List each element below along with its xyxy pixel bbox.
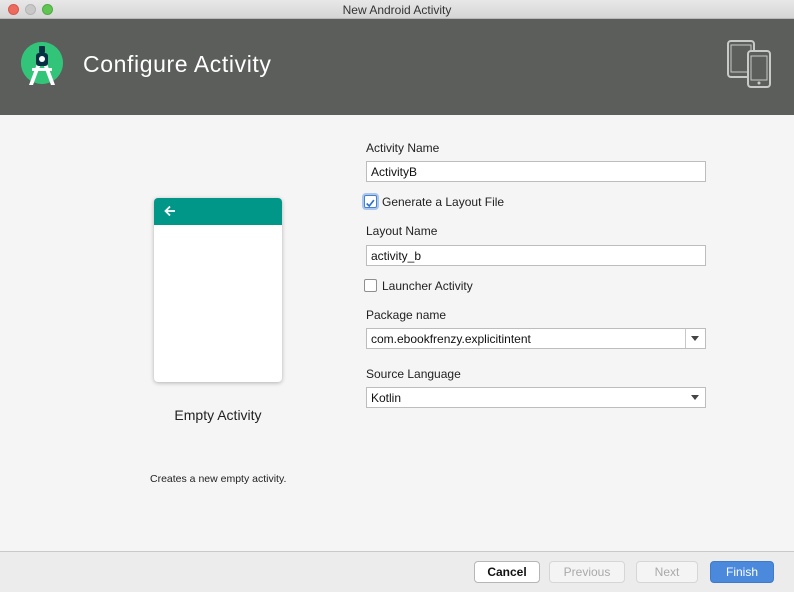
finish-button[interactable]: Finish <box>710 561 774 583</box>
layout-name-input[interactable]: activity_b <box>366 245 706 266</box>
wizard-header: Configure Activity <box>0 19 794 115</box>
footer-divider <box>0 551 794 552</box>
checkmark-icon <box>366 199 375 208</box>
package-name-label: Package name <box>366 308 447 322</box>
activity-name-input[interactable]: ActivityB <box>366 161 706 182</box>
template-description: Creates a new empty activity. <box>150 473 287 485</box>
next-button[interactable]: Next <box>636 561 698 583</box>
page-title: Configure Activity <box>83 51 272 77</box>
chevron-down-icon <box>691 395 699 400</box>
source-language-select[interactable]: Kotlin <box>366 387 706 408</box>
chevron-down-icon <box>691 336 699 341</box>
preview-app-bar <box>154 198 282 225</box>
phone-tablet-icon <box>727 40 771 88</box>
previous-button[interactable]: Previous <box>549 561 625 583</box>
generate-layout-label: Generate a Layout File <box>382 195 505 209</box>
package-name-combobox[interactable]: com.ebookfrenzy.explicitintent <box>366 328 706 349</box>
activity-name-label: Activity Name <box>366 141 440 155</box>
back-arrow-icon <box>164 205 175 217</box>
title-bar: New Android Activity <box>0 0 794 19</box>
package-name-dropdown-button[interactable] <box>685 329 705 348</box>
package-name-value[interactable]: com.ebookfrenzy.explicitintent <box>371 332 531 346</box>
cancel-button[interactable]: Cancel <box>474 561 540 583</box>
activity-preview <box>154 198 282 382</box>
launcher-activity-checkbox[interactable] <box>364 279 377 292</box>
android-studio-icon <box>21 42 63 85</box>
source-language-value: Kotlin <box>371 391 402 405</box>
window-title: New Android Activity <box>342 3 452 17</box>
template-name: Empty Activity <box>174 407 262 423</box>
generate-layout-checkbox[interactable] <box>364 195 377 208</box>
launcher-activity-label: Launcher Activity <box>382 279 473 293</box>
source-language-label: Source Language <box>366 367 461 381</box>
layout-name-label: Layout Name <box>366 224 438 238</box>
